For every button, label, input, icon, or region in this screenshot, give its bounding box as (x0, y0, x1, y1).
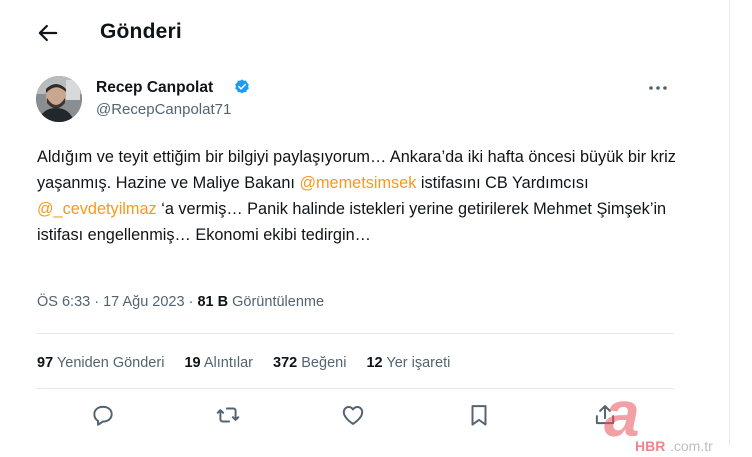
page-title: Gönderi (100, 20, 182, 43)
bookmark-icon (471, 405, 487, 426)
watermark-domain: .com.tr (670, 438, 713, 454)
hbr-watermark-logo: a HBR .com.tr (604, 384, 713, 454)
stat-bookmarks[interactable]: 12 Yer işareti (366, 355, 450, 371)
retweet-button[interactable] (215, 402, 241, 428)
watermark-brand: HBR (635, 438, 665, 454)
arrow-left-icon (38, 24, 58, 42)
back-button[interactable] (34, 19, 62, 47)
reply-button[interactable] (90, 402, 116, 428)
engagement-stats: 97 Yeniden Gönderi 19 Alıntılar 372 Beğe… (37, 355, 466, 371)
author-handle[interactable]: @RecepCanpolat71 (96, 101, 231, 118)
mention-link[interactable]: @memetsimsek (299, 174, 416, 192)
tweet-text: Aldığım ve teyit ettiğim bir bilgiyi pay… (37, 144, 687, 248)
more-options-button[interactable] (646, 78, 670, 98)
mention-link[interactable]: @_cevdetyilmaz (37, 200, 157, 218)
tweet-detail-panel: Gönderi Recep Canpolat @RecepCanpolat71 … (7, 0, 730, 445)
stat-label: Yer işareti (386, 355, 451, 371)
author-name[interactable]: Recep Canpolat (96, 79, 213, 97)
page-header: Gönderi (7, 0, 729, 62)
tweet-meta: ÖS 6:33 · 17 Ağu 2023 · 81 B Görüntülenm… (37, 294, 324, 310)
like-icon (342, 406, 364, 425)
bookmark-button[interactable] (466, 402, 492, 428)
stat-count: 19 (184, 355, 201, 371)
views-label: Görüntülenme (232, 294, 325, 310)
more-horizontal-icon (649, 86, 667, 90)
stat-count: 12 (366, 355, 383, 371)
stat-label: Alıntılar (203, 355, 253, 371)
tweet-date[interactable]: 17 Ağu 2023 (103, 294, 184, 310)
stat-likes[interactable]: 372 Beğeni (273, 355, 346, 371)
avatar[interactable] (36, 76, 82, 122)
stat-quotes[interactable]: 19 Alıntılar (184, 355, 253, 371)
divider (36, 333, 674, 334)
like-button[interactable] (340, 402, 366, 428)
stat-retweets[interactable]: 97 Yeniden Gönderi (37, 355, 164, 371)
stat-label: Yeniden Gönderi (56, 355, 165, 371)
stat-count: 97 (37, 355, 54, 371)
retweet-icon (216, 407, 240, 423)
meta-separator: · (94, 294, 100, 310)
meta-separator: · (188, 294, 194, 310)
stat-count: 372 (273, 355, 298, 371)
tweet-text-segment: istifasını CB Yardımcısı (416, 174, 589, 192)
divider (36, 388, 674, 389)
reply-icon (93, 405, 113, 426)
stat-label: Beğeni (301, 355, 347, 371)
views-count: 81 B (197, 294, 229, 310)
tweet-time[interactable]: ÖS 6:33 (37, 294, 90, 310)
verified-badge-icon (235, 79, 249, 94)
